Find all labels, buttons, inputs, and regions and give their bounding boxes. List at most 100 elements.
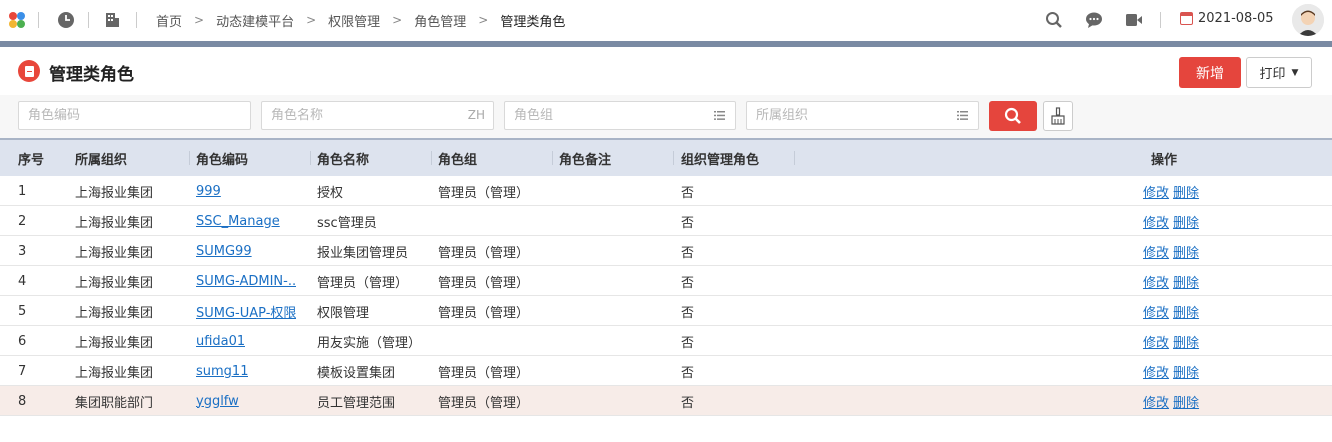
building-icon[interactable] — [102, 10, 122, 30]
search-button[interactable] — [989, 101, 1037, 131]
breadcrumb-role-management[interactable]: 角色管理 — [414, 11, 466, 30]
role-code-link[interactable]: SUMG-UAP-权限 — [196, 302, 296, 321]
cell-org: 上海报业集团 — [75, 275, 154, 291]
role-group-field — [504, 101, 736, 130]
delete-link[interactable]: 删除 — [1173, 272, 1199, 291]
role-code-link[interactable]: ufida01 — [196, 334, 245, 349]
document-icon — [18, 60, 40, 82]
cell-org-admin: 否 — [681, 185, 695, 201]
cell-role-group: 管理员（管理） — [438, 275, 530, 291]
print-dropdown-button[interactable]: 打印 ▼ — [1246, 57, 1312, 88]
col-name-header[interactable]: 角色名称 — [317, 140, 369, 176]
delete-link[interactable]: 删除 — [1173, 182, 1199, 201]
table-row[interactable]: 4 上海报业集团 SUMG-ADMIN-... 管理员（管理） 管理员（管理） 否 修改 删除 — [0, 266, 1332, 296]
cell-role-group: 管理员（管理） — [438, 395, 530, 411]
delete-link[interactable]: 删除 — [1173, 302, 1199, 321]
chevron-right-icon: > — [392, 13, 403, 27]
col-org-header[interactable]: 所属组织 — [75, 140, 127, 176]
breadcrumb: 首页 > 动态建模平台 > 权限管理 > 角色管理 > 管理类角色 — [156, 0, 565, 40]
column-divider[interactable] — [189, 151, 190, 165]
cell-role-code: ygglfw — [196, 386, 239, 416]
column-divider[interactable] — [794, 151, 795, 165]
delete-link[interactable]: 删除 — [1173, 242, 1199, 261]
edit-link[interactable]: 修改 — [1143, 362, 1169, 381]
table-row[interactable]: 8 集团职能部门 ygglfw 员工管理范围 管理员（管理） 否 修改 删除 — [0, 386, 1332, 416]
cell-role-code: SSC_Manage — [196, 206, 280, 236]
cell-operations: 修改 删除 — [1143, 356, 1203, 386]
edit-link[interactable]: 修改 — [1143, 392, 1169, 411]
print-label: 打印 — [1259, 67, 1286, 82]
col-code-header[interactable]: 角色编码 — [196, 140, 248, 176]
cell-role-name: ssc管理员 — [317, 215, 377, 231]
cell-role-group: 管理员（管理） — [438, 305, 530, 321]
cell-role-name: 用友实施（管理） — [317, 335, 422, 351]
edit-link[interactable]: 修改 — [1143, 182, 1169, 201]
clock-icon[interactable] — [56, 10, 76, 30]
breadcrumb-home[interactable]: 首页 — [156, 11, 182, 30]
edit-link[interactable]: 修改 — [1143, 272, 1169, 291]
app-logo-icon[interactable] — [8, 11, 26, 29]
col-remark-header[interactable]: 角色备注 — [559, 140, 611, 176]
role-name-input[interactable] — [271, 108, 493, 123]
breadcrumb-current: 管理类角色 — [500, 14, 566, 30]
delete-link[interactable]: 删除 — [1173, 332, 1199, 351]
table-body: 1 上海报业集团 999 授权 管理员（管理）否修改 删除 2 上海报业集团 SSC_Manag… — [0, 176, 1332, 416]
page-title: 管理类角色 — [49, 65, 134, 85]
delete-link[interactable]: 删除 — [1173, 362, 1199, 381]
cell-index: 5 — [18, 303, 27, 319]
edit-link[interactable]: 修改 — [1143, 212, 1169, 231]
cell-index: 7 — [18, 363, 27, 379]
breadcrumb-permission[interactable]: 权限管理 — [328, 11, 380, 30]
search-icon — [1004, 107, 1021, 124]
col-org-admin-header[interactable]: 组织管理角色 — [681, 140, 759, 176]
role-code-input[interactable] — [28, 108, 250, 123]
role-code-link[interactable]: SUMG-ADMIN-... — [196, 274, 296, 289]
cell-role-code: SUMG-UAP-权限 — [196, 296, 296, 326]
col-group-header[interactable]: 角色组 — [438, 140, 477, 176]
list-icon[interactable] — [714, 111, 725, 120]
role-code-link[interactable]: ygglfw — [196, 394, 239, 409]
org-input[interactable] — [756, 108, 978, 123]
cell-index: 2 — [18, 213, 27, 229]
table-row[interactable]: 2 上海报业集团 SSC_Manage ssc管理员 否 修改 删除 — [0, 206, 1332, 236]
cell-operations: 修改 删除 — [1143, 326, 1203, 356]
broom-icon — [1051, 107, 1065, 125]
column-divider[interactable] — [431, 151, 432, 165]
delete-link[interactable]: 删除 — [1173, 392, 1199, 411]
add-role-button[interactable]: 新增 — [1179, 57, 1241, 88]
avatar[interactable] — [1292, 4, 1324, 36]
table-row[interactable]: 6 上海报业集团 ufida01 用友实施（管理） 否 修改 删除 — [0, 326, 1332, 356]
role-code-link[interactable]: SSC_Manage — [196, 214, 280, 229]
edit-link[interactable]: 修改 — [1143, 332, 1169, 351]
language-suffix[interactable]: ZH — [468, 108, 485, 122]
cell-role-name: 员工管理范围 — [317, 395, 396, 411]
cell-operations: 修改 删除 — [1143, 296, 1203, 326]
table-row[interactable]: 7 上海报业集团 sumg11 模板设置集团 管理员（管理） 否 修改 删除 — [0, 356, 1332, 386]
delete-link[interactable]: 删除 — [1173, 212, 1199, 231]
role-code-link[interactable]: sumg11 — [196, 364, 248, 379]
cell-org-admin: 否 — [681, 395, 695, 411]
column-divider[interactable] — [552, 151, 553, 165]
table-row[interactable]: 1 上海报业集团 999 授权 管理员（管理） 否 修改 删除 — [0, 176, 1332, 206]
clear-filters-button[interactable] — [1043, 101, 1073, 131]
current-date: 2021-08-05 — [1180, 11, 1274, 26]
cell-role-group: 管理员（管理） — [438, 365, 530, 381]
edit-link[interactable]: 修改 — [1143, 242, 1169, 261]
role-group-input[interactable] — [514, 108, 735, 123]
chat-icon[interactable] — [1084, 10, 1104, 30]
role-code-link[interactable]: SUMG99 — [196, 244, 252, 259]
list-icon[interactable] — [957, 111, 968, 120]
edit-link[interactable]: 修改 — [1143, 302, 1169, 321]
role-code-link[interactable]: 999 — [196, 184, 221, 199]
video-icon[interactable] — [1124, 10, 1144, 30]
cell-index: 4 — [18, 273, 27, 289]
column-divider[interactable] — [310, 151, 311, 165]
cell-role-code: SUMG99 — [196, 236, 252, 266]
cell-org-admin: 否 — [681, 215, 695, 231]
column-divider[interactable] — [673, 151, 674, 165]
table-row[interactable]: 3 上海报业集团 SUMG99 报业集团管理员 管理员（管理） 否 修改 删除 — [0, 236, 1332, 266]
table-row[interactable]: 5 上海报业集团 SUMG-UAP-权限 权限管理 管理员（管理） 否 修改 删除 — [0, 296, 1332, 326]
breadcrumb-platform[interactable]: 动态建模平台 — [216, 11, 294, 30]
search-icon[interactable] — [1044, 10, 1064, 30]
roles-table: 序号 所属组织 角色编码 角色名称 角色组 角色备注 组织管理角色 操作 1 上海… — [0, 138, 1332, 416]
